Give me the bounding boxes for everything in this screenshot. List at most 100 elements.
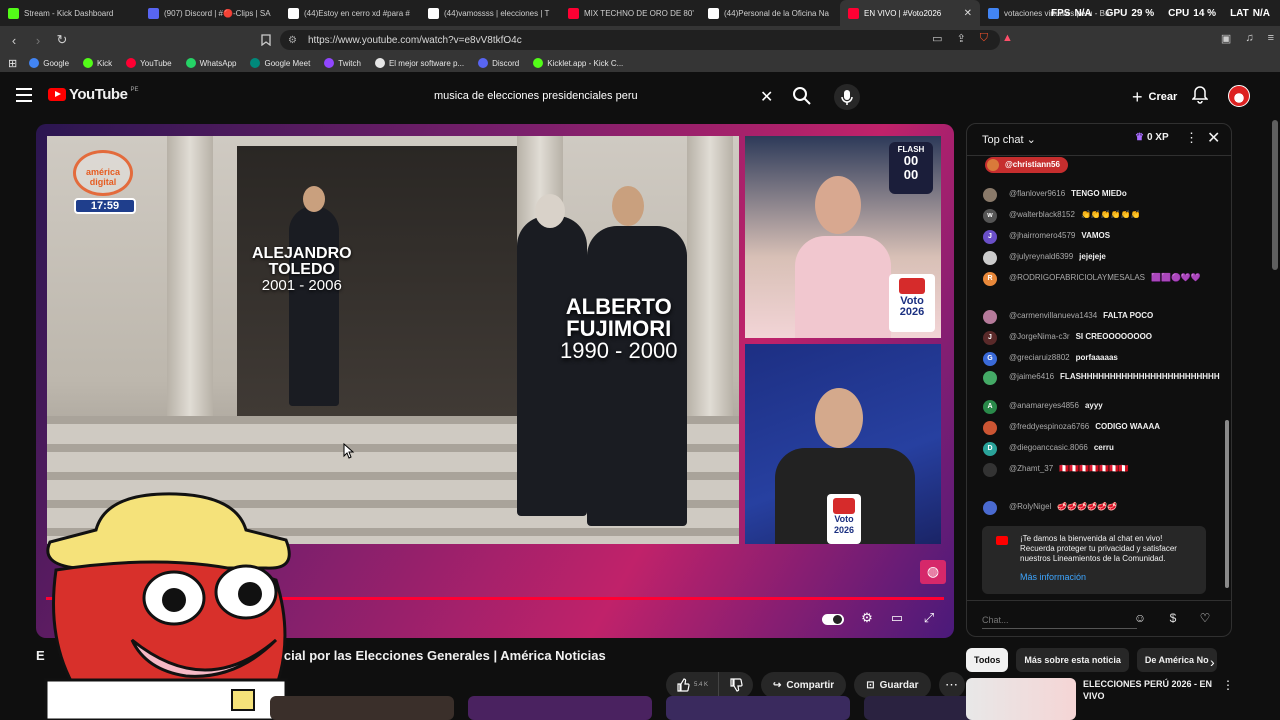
chat-author[interactable]: @freddyespinoza6766 — [1009, 422, 1089, 431]
chat-avatar[interactable]: G — [983, 352, 997, 366]
chat-author[interactable]: @JorgeNima-c3r — [1009, 332, 1070, 341]
share-page-icon[interactable]: ⇪ — [957, 32, 966, 45]
chat-author[interactable]: @RODRIGOFABRICIOLAYMESALAS — [1009, 273, 1145, 282]
chat-author[interactable]: @RolyNigel — [1009, 502, 1051, 511]
reload-icon[interactable]: ↻ — [52, 30, 72, 50]
filter-chip[interactable]: Todos — [966, 648, 1009, 672]
chat-author[interactable]: @Zhamt_37 — [1009, 464, 1053, 473]
search-button[interactable] — [792, 86, 814, 108]
cast-icon[interactable]: ▭ — [932, 32, 942, 45]
thumbnail[interactable] — [468, 696, 652, 720]
browser-tab[interactable]: (44)Personal de la Oficina Na — [700, 0, 840, 26]
pinned-user-chip[interactable]: @christiann56 — [985, 157, 1068, 173]
chips-next-icon[interactable]: › — [1210, 654, 1215, 670]
forward-icon[interactable]: › — [28, 30, 48, 50]
clear-search-icon[interactable]: ✕ — [760, 87, 773, 107]
menu-icon[interactable]: ≡ — [1268, 32, 1274, 45]
browser-tab[interactable]: MIX TECHNO DE ORO DE 80' — [560, 0, 700, 26]
theater-mode-icon[interactable]: ▭ — [886, 610, 908, 628]
chat-avatar[interactable]: J — [983, 331, 997, 345]
like-button[interactable]: 5.4 K — [666, 672, 718, 698]
chat-avatar[interactable]: w — [983, 209, 997, 223]
chat-avatar[interactable]: R — [983, 272, 997, 286]
bookmark-icon[interactable] — [256, 30, 276, 50]
chat-avatar[interactable]: A — [983, 400, 997, 414]
bookmark-item[interactable]: El mejor software p... — [374, 58, 465, 68]
url-field[interactable]: ⚙ https://www.youtube.com/watch?v=e8vV8t… — [280, 30, 1000, 50]
more-info-link[interactable]: Más información — [1020, 572, 1196, 582]
chat-avatar[interactable] — [983, 371, 997, 385]
thumbnail[interactable] — [270, 696, 454, 720]
sidebar-icon[interactable]: ▣ — [1221, 32, 1231, 45]
heart-icon[interactable]: ♡ — [1196, 611, 1214, 629]
recommended-video[interactable]: ELECCIONES PERÚ 2026 - EN VIVO ⋮ — [966, 676, 1236, 720]
chat-author[interactable]: @flanlover9616 — [1009, 189, 1065, 198]
browser-tab[interactable]: (907) Discord | #🔴-Clips | SA — [140, 0, 280, 26]
emoji-icon[interactable]: ☺ — [1131, 611, 1149, 629]
fullscreen-icon[interactable]: ⤢ — [918, 610, 940, 628]
save-button[interactable]: ⊡ Guardar — [854, 672, 931, 698]
browser-tab[interactable]: (44)Estoy en cerro xd #para # — [280, 0, 420, 26]
browser-tab-title: (44)Estoy en cerro xd #para # — [304, 8, 410, 18]
browser-tab[interactable]: Stream - Kick Dashboard — [0, 0, 140, 26]
chat-avatar[interactable] — [983, 310, 997, 324]
bookmark-item[interactable]: Twitch — [324, 58, 361, 68]
bookmark-item[interactable]: Google — [29, 58, 69, 68]
account-avatar[interactable] — [1228, 85, 1250, 107]
chat-mode-selector[interactable]: Top chat ⌄ — [982, 133, 1036, 146]
music-icon[interactable]: ♫ — [1245, 32, 1253, 45]
filter-chip[interactable]: De América No — [1136, 648, 1217, 672]
bookmark-label: El mejor software p... — [388, 58, 465, 68]
chat-scrollbar[interactable] — [1225, 420, 1229, 588]
hamburger-menu-icon[interactable] — [16, 88, 32, 102]
bookmark-item[interactable]: Kick — [83, 58, 112, 68]
site-info-icon[interactable]: ⚙ — [288, 35, 308, 46]
chat-author[interactable]: @carmenvillanueva1434 — [1009, 311, 1097, 320]
chat-author[interactable]: @julyreynald6399 — [1009, 252, 1073, 261]
super-chat-icon[interactable]: $ — [1164, 611, 1182, 629]
page-scrollbar[interactable] — [1272, 120, 1278, 270]
close-tab-icon[interactable]: ✕ — [964, 8, 972, 19]
chat-avatar[interactable]: D — [983, 442, 997, 456]
chat-avatar[interactable]: J — [983, 230, 997, 244]
chat-author[interactable]: @jaime6416 — [1009, 372, 1054, 381]
search-input[interactable] — [424, 82, 784, 110]
filter-chip[interactable]: Más sobre esta noticia — [1016, 648, 1129, 672]
bookmark-item[interactable]: YouTube — [126, 58, 172, 68]
autoplay-toggle[interactable] — [822, 614, 844, 625]
recommended-more-icon[interactable]: ⋮ — [1222, 678, 1234, 692]
xp-badge[interactable]: ♛ 0 XP — [1135, 132, 1169, 143]
browser-tab[interactable]: EN VIVO | #Voto2026 ✕ — [840, 0, 980, 26]
bookmark-item[interactable]: Google Meet — [250, 58, 310, 68]
more-actions-icon[interactable]: ⋯ — [938, 672, 965, 698]
chat-avatar[interactable] — [983, 501, 997, 515]
chat-author[interactable]: @jhairromero4579 — [1009, 231, 1075, 240]
voice-search-button[interactable] — [834, 84, 860, 110]
rewards-icon[interactable]: ▲ — [1002, 32, 1013, 45]
youtube-logo[interactable]: YouTube PE — [48, 86, 138, 103]
chat-options-icon[interactable]: ⋮ — [1185, 130, 1198, 146]
chat-author[interactable]: @greciaruiz8802 — [1009, 353, 1070, 362]
dislike-button[interactable] — [718, 672, 753, 698]
chat-input[interactable] — [982, 611, 1137, 629]
chat-avatar[interactable] — [983, 188, 997, 202]
thumbnail[interactable] — [666, 696, 850, 720]
chat-author[interactable]: @anamareyes4856 — [1009, 401, 1079, 410]
close-chat-icon[interactable]: ✕ — [1207, 128, 1220, 148]
back-icon[interactable]: ‹ — [4, 30, 24, 50]
chat-author[interactable]: @diegoanccasic.8066 — [1009, 443, 1088, 452]
share-button[interactable]: ↪ Compartir — [761, 672, 847, 698]
brave-shield-icon[interactable]: ⛉ — [980, 32, 988, 45]
bookmark-item[interactable]: Kicklet.app - Kick C... — [533, 58, 623, 68]
create-button[interactable]: + Crear — [1122, 84, 1187, 110]
chat-avatar[interactable] — [983, 463, 997, 477]
notifications-bell-icon[interactable] — [1191, 86, 1209, 109]
chat-author[interactable]: @walterblack8152 — [1009, 210, 1075, 219]
chat-avatar[interactable] — [983, 421, 997, 435]
bookmark-item[interactable]: WhatsApp — [185, 58, 236, 68]
bookmark-item[interactable]: Discord — [478, 58, 519, 68]
chat-avatar[interactable] — [983, 251, 997, 265]
apps-grid-icon[interactable]: ⊞ — [8, 57, 17, 70]
settings-gear-icon[interactable]: ⚙ — [856, 610, 878, 628]
browser-tab[interactable]: (44)vamossss | elecciones | T — [420, 0, 560, 26]
